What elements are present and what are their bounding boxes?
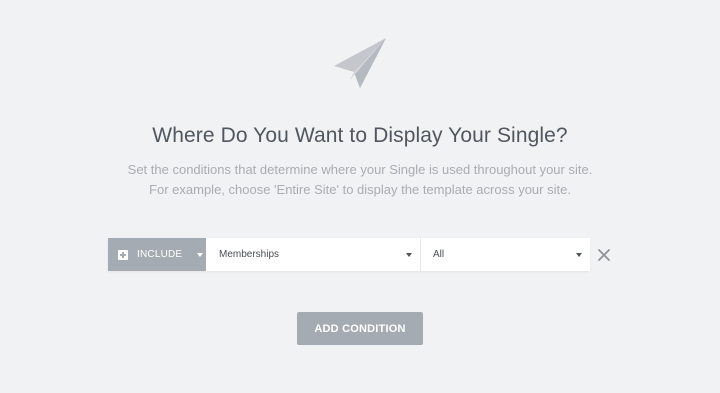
description-line-2: For example, choose 'Entire Site' to dis… — [149, 182, 571, 197]
condition-sub-select[interactable]: All — [421, 238, 590, 271]
condition-type-select[interactable]: INCLUDE — [108, 238, 206, 271]
close-icon[interactable] — [597, 248, 611, 262]
description-line-1: Set the conditions that determine where … — [127, 162, 593, 177]
add-condition-button[interactable]: ADD CONDITION — [297, 312, 423, 345]
condition-main-select[interactable]: Memberships — [206, 238, 421, 271]
chevron-down-icon — [576, 252, 582, 257]
chevron-down-icon — [406, 252, 412, 257]
page-title: Where Do You Want to Display Your Single… — [152, 124, 568, 147]
plus-square-icon — [118, 249, 128, 260]
chevron-down-icon — [197, 252, 204, 257]
condition-sub-value: All — [433, 249, 445, 260]
condition-type-label: INCLUDE — [137, 249, 183, 260]
paper-plane-icon — [334, 38, 386, 88]
condition-main-value: Memberships — [219, 249, 280, 260]
condition-row: INCLUDE Memberships All — [108, 238, 590, 271]
conditions-screen: Where Do You Want to Display Your Single… — [0, 0, 720, 393]
